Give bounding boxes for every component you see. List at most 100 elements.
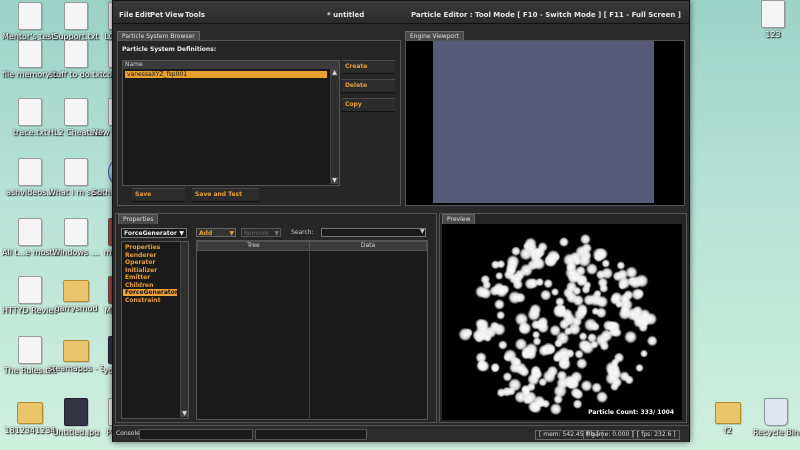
copy-button[interactable]: Copy bbox=[342, 98, 395, 112]
create-button[interactable]: Create bbox=[342, 60, 395, 74]
category-dropdown-value: ForceGenerator bbox=[124, 230, 177, 237]
particle bbox=[625, 307, 640, 321]
console-label: Console bbox=[116, 430, 140, 437]
scroll-down-icon[interactable]: ▼ bbox=[331, 177, 338, 184]
menu-view[interactable]: View bbox=[165, 11, 184, 19]
particle bbox=[491, 364, 500, 373]
particle bbox=[514, 362, 528, 376]
particle bbox=[511, 273, 523, 285]
document-icon bbox=[64, 40, 88, 68]
particle bbox=[585, 263, 598, 276]
particle bbox=[644, 312, 658, 326]
name-column-header[interactable]: Name bbox=[123, 61, 339, 69]
category-item[interactable]: Operator bbox=[123, 259, 177, 266]
particle bbox=[566, 379, 576, 390]
category-dropdown[interactable]: ForceGenerator ▼ bbox=[121, 228, 187, 238]
desktop-icon-label: Recycle Bin bbox=[752, 428, 800, 437]
particle-count: Particle Count: 333/ 1004 bbox=[588, 409, 674, 416]
category-scrollbar[interactable]: ▼ bbox=[180, 242, 188, 417]
console-output bbox=[255, 429, 367, 440]
delete-button[interactable]: Delete bbox=[342, 79, 395, 93]
particle bbox=[631, 288, 644, 301]
particle bbox=[580, 379, 593, 392]
scroll-up-icon[interactable]: ▲ bbox=[331, 69, 338, 76]
particle bbox=[595, 295, 609, 309]
document-icon bbox=[18, 158, 42, 186]
preview-panel: Preview Particle Count: 333/ 1004 bbox=[439, 213, 687, 423]
fps-readout: [ fps: 232.6 ] bbox=[633, 430, 680, 440]
particle bbox=[530, 365, 541, 376]
search-label: Search: bbox=[291, 229, 314, 236]
category-item[interactable]: ForceGenerator bbox=[123, 289, 178, 296]
document-icon bbox=[761, 0, 785, 28]
particle bbox=[553, 394, 564, 405]
particle bbox=[525, 348, 537, 360]
save-and-test-button[interactable]: Save and Test bbox=[192, 188, 259, 202]
particle bbox=[576, 357, 588, 370]
definition-item[interactable]: vanessaXYZ_fsp001 bbox=[125, 71, 327, 78]
property-table: Tree Data bbox=[196, 240, 428, 420]
category-item[interactable]: Constraint bbox=[123, 297, 177, 304]
particle bbox=[496, 259, 506, 269]
particle bbox=[574, 349, 584, 359]
menu-file[interactable]: File bbox=[119, 11, 133, 19]
document-icon bbox=[64, 158, 88, 186]
tab-properties[interactable]: Properties bbox=[118, 214, 159, 224]
game-time-readout: [ game: 0.000 ] bbox=[583, 430, 638, 440]
particle bbox=[515, 292, 526, 303]
data-column-header[interactable]: Data bbox=[309, 241, 427, 251]
particle bbox=[595, 333, 609, 347]
particle bbox=[514, 312, 529, 327]
particle bbox=[544, 253, 558, 268]
particle bbox=[537, 241, 548, 253]
menu-edit[interactable]: Edit bbox=[135, 11, 151, 19]
particle bbox=[540, 289, 552, 301]
category-item[interactable]: Emitter bbox=[123, 274, 177, 281]
particle bbox=[616, 261, 626, 270]
document-title: * untitled bbox=[327, 11, 365, 19]
properties-panel: Properties ForceGenerator ▼ Properties Re… bbox=[115, 213, 437, 423]
particle bbox=[624, 375, 634, 385]
add-button[interactable]: Add ▼ bbox=[196, 228, 236, 237]
save-button[interactable]: Save bbox=[132, 188, 185, 202]
search-dropdown-icon[interactable]: ▼ bbox=[420, 228, 425, 235]
document-icon bbox=[64, 2, 88, 30]
viewport-render-area[interactable] bbox=[433, 41, 654, 203]
definitions-scrollbar[interactable]: ▲ ▼ bbox=[330, 69, 339, 184]
desktop-icon[interactable]: 123 bbox=[745, 0, 800, 39]
category-item[interactable]: Children bbox=[123, 282, 177, 289]
remove-button[interactable]: Remove ▼ bbox=[241, 228, 281, 237]
category-item[interactable]: Properties bbox=[123, 244, 177, 251]
particle bbox=[624, 330, 638, 344]
particle bbox=[562, 287, 575, 299]
particle bbox=[535, 277, 545, 287]
definitions-list: Name vanessaXYZ_fsp001 ▲ ▼ bbox=[122, 60, 340, 186]
particle bbox=[572, 399, 583, 409]
status-bar: Console [ mem: 542.45 Mb ] [ game: 0.000… bbox=[113, 425, 689, 442]
scroll-down-icon[interactable]: ▼ bbox=[181, 410, 188, 417]
chevron-down-icon: ▼ bbox=[179, 230, 184, 237]
particle bbox=[611, 358, 620, 367]
particle bbox=[496, 310, 506, 320]
desktop-icon[interactable]: Recycle Bin bbox=[748, 398, 800, 437]
tab-preview[interactable]: Preview bbox=[442, 214, 476, 224]
category-item[interactable]: Renderer bbox=[123, 252, 177, 259]
menu-pet[interactable]: Pet bbox=[150, 11, 163, 19]
particle bbox=[506, 386, 516, 396]
particle bbox=[538, 344, 551, 357]
particle bbox=[591, 307, 600, 316]
particle bbox=[537, 316, 549, 328]
console-input[interactable] bbox=[139, 429, 253, 440]
preview-render-area[interactable]: Particle Count: 333/ 1004 bbox=[442, 224, 682, 420]
search-input[interactable] bbox=[321, 228, 426, 237]
particle bbox=[595, 247, 609, 261]
particle bbox=[521, 385, 531, 394]
particle bbox=[503, 353, 512, 362]
particle bbox=[541, 399, 551, 409]
particle bbox=[532, 330, 541, 339]
category-item[interactable]: Initializer bbox=[123, 267, 177, 274]
dropdown-arrow-icon: ▼ bbox=[229, 230, 234, 237]
tree-column-header[interactable]: Tree bbox=[197, 241, 310, 251]
particle bbox=[607, 321, 619, 333]
menu-tools[interactable]: Tools bbox=[185, 11, 205, 19]
